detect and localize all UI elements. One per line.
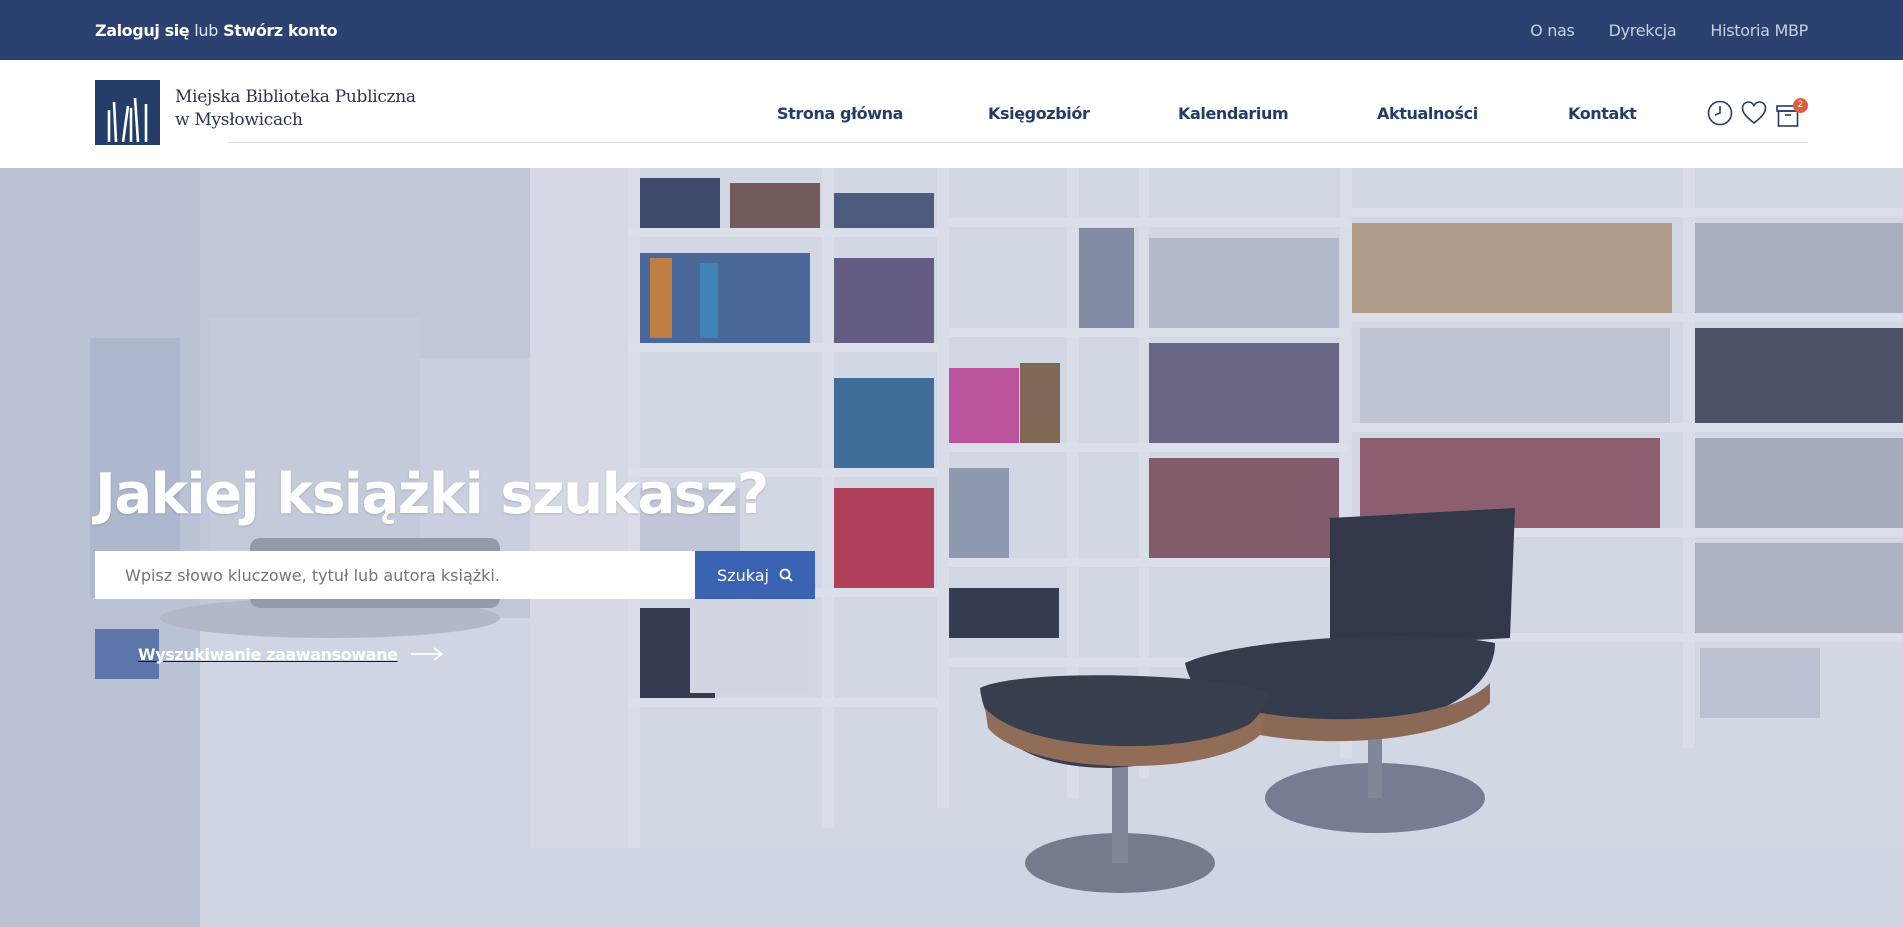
register-link[interactable]: Stwórz konto	[223, 21, 338, 40]
search-button-label: Szukaj	[717, 565, 769, 585]
about-link[interactable]: O nas	[1530, 21, 1575, 40]
top-links: O nas Dyrekcja Historia MBP	[1530, 21, 1808, 40]
logo-books-icon	[95, 80, 160, 145]
search-input[interactable]	[95, 551, 695, 599]
hero-overlay	[0, 168, 1903, 927]
nav-contact[interactable]: Kontakt	[1568, 104, 1637, 123]
library-logo[interactable]	[95, 80, 160, 145]
clock-icon[interactable]	[1707, 100, 1733, 126]
nav-divider	[228, 142, 1808, 143]
library-name-line1: Miejska Biblioteka Publiczna	[175, 87, 416, 107]
cart-count-badge: 2	[1793, 98, 1808, 113]
nav-collection[interactable]: Księgozbiór	[988, 104, 1090, 123]
hero-title: Jakiej książki szukasz?	[95, 462, 769, 527]
nav-calendar[interactable]: Kalendarium	[1178, 104, 1289, 123]
library-name[interactable]: Miejska Biblioteka Publiczna w Mysłowica…	[175, 86, 416, 132]
search-icon	[779, 568, 793, 582]
or-text: lub	[194, 21, 219, 40]
advanced-search-label: Wyszukiwanie zaawansowane	[138, 644, 398, 664]
auth-links: Zaloguj się lub Stwórz konto	[95, 21, 338, 40]
history-link[interactable]: Historia MBP	[1710, 21, 1808, 40]
top-bar: Zaloguj się lub Stwórz konto O nas Dyrekcj…	[0, 0, 1903, 60]
library-name-line2: w Mysłowicach	[175, 110, 303, 130]
login-link[interactable]: Zaloguj się	[95, 21, 190, 40]
nav-home[interactable]: Strona główna	[777, 104, 903, 123]
site-header: Miejska Biblioteka Publiczna w Mysłowica…	[0, 60, 1903, 168]
management-link[interactable]: Dyrekcja	[1609, 21, 1677, 40]
arrow-right-icon	[410, 647, 444, 661]
hero-section: Jakiej książki szukasz? Szukaj Wyszukiwa…	[0, 168, 1903, 927]
advanced-search-link[interactable]: Wyszukiwanie zaawansowane	[95, 629, 444, 679]
nav-news[interactable]: Aktualności	[1377, 104, 1478, 123]
heart-icon[interactable]	[1741, 100, 1767, 126]
search-button[interactable]: Szukaj	[695, 551, 815, 599]
